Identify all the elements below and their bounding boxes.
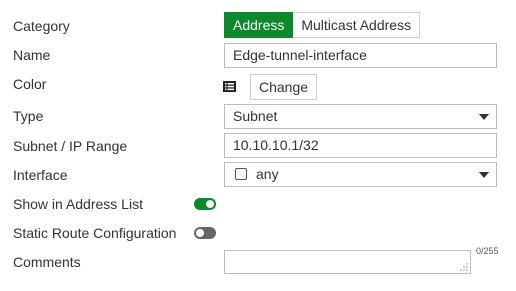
resize-grip-icon[interactable] xyxy=(460,263,468,271)
type-label: Type xyxy=(13,108,44,124)
color-swatch-icon xyxy=(223,81,236,92)
toggle-knob xyxy=(196,229,204,237)
toggle-knob xyxy=(206,200,214,208)
category-address-button[interactable]: Address xyxy=(224,12,294,38)
static-route-label: Static Route Configuration xyxy=(13,225,177,241)
category-label: Category xyxy=(13,18,70,34)
interface-square-icon xyxy=(235,168,247,180)
show-in-list-toggle[interactable] xyxy=(194,198,216,210)
category-multicast-button[interactable]: Multicast Address xyxy=(293,12,421,38)
category-toggle: Address Multicast Address xyxy=(224,12,421,38)
address-form: Category Address Multicast Address Name … xyxy=(0,0,516,291)
show-in-list-label: Show in Address List xyxy=(13,196,143,212)
interface-select[interactable]: any xyxy=(224,162,497,187)
interface-label: Interface xyxy=(13,167,68,183)
comments-char-counter: 0/255 xyxy=(476,246,499,256)
chevron-down-icon xyxy=(479,114,489,120)
type-select[interactable]: Subnet xyxy=(224,104,497,129)
name-input[interactable]: Edge-tunnel-interface xyxy=(224,43,497,68)
color-label: Color xyxy=(13,76,47,92)
subnet-input[interactable]: 10.10.10.1/32 xyxy=(224,133,497,158)
color-change-button[interactable]: Change xyxy=(250,74,318,100)
static-route-toggle[interactable] xyxy=(194,227,216,239)
comments-textarea[interactable] xyxy=(224,250,471,274)
interface-selected-value: any xyxy=(256,166,279,182)
comments-label: Comments xyxy=(13,254,81,270)
type-selected-value: Subnet xyxy=(233,108,278,124)
subnet-label: Subnet / IP Range xyxy=(13,138,128,154)
name-label: Name xyxy=(13,47,51,63)
chevron-down-icon xyxy=(479,172,489,178)
